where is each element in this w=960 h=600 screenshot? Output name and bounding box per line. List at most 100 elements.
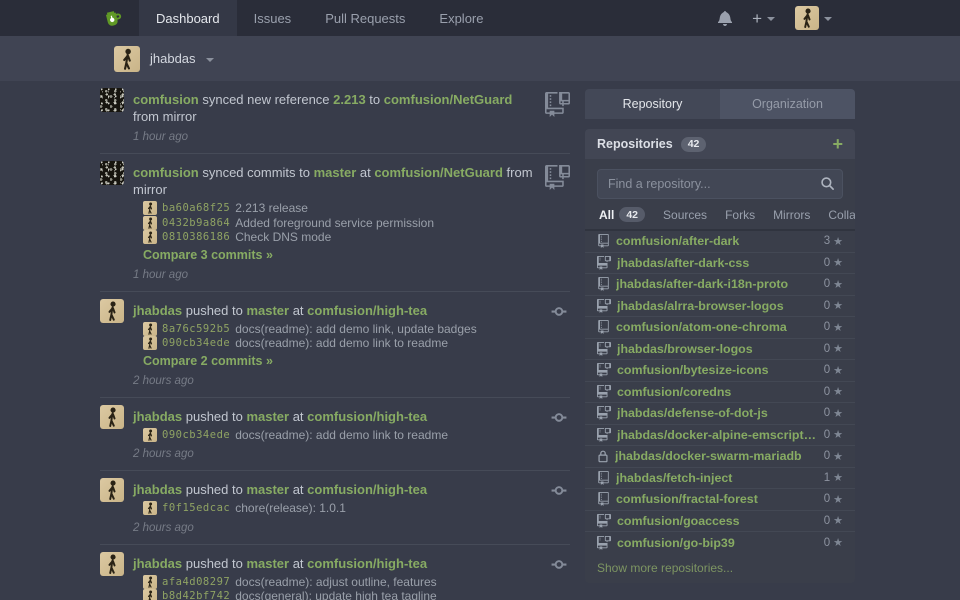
feed-link[interactable]: 2.213 [333, 92, 366, 107]
commit-sha-link[interactable]: 8a76c592b5 [162, 322, 230, 337]
repo-link[interactable]: jhabdas/browser-logos [617, 342, 818, 356]
repo-link[interactable]: jhabdas/defense-of-dot-js [617, 406, 818, 420]
feed-text: from mirror [133, 109, 197, 124]
jhabdas-avatar[interactable] [100, 478, 124, 502]
feed-link[interactable]: comfusion/high-tea [307, 409, 427, 424]
commit-author-avatar[interactable] [143, 589, 157, 600]
repo-link[interactable]: jhabdas/docker-swarm-mariadb [615, 449, 818, 463]
repo-link[interactable]: jhabdas/after-dark-i18n-proto [616, 277, 818, 291]
comfusion-avatar[interactable] [100, 88, 124, 112]
commit-author-avatar[interactable] [143, 216, 157, 230]
feed-link[interactable]: jhabdas [133, 409, 182, 424]
feed-link[interactable]: jhabdas [133, 556, 182, 571]
feed-link[interactable]: master [246, 303, 289, 318]
feed-text: pushed to [182, 303, 246, 318]
repo-icon [597, 471, 610, 485]
commit-author-avatar[interactable] [143, 230, 157, 244]
commit-author-avatar[interactable] [143, 201, 157, 215]
repo-link[interactable]: comfusion/goaccess [617, 514, 818, 528]
tab-organization[interactable]: Organization [720, 89, 855, 119]
jhabdas-avatar[interactable] [100, 405, 124, 429]
compare-commits-link[interactable]: Compare 3 commits » [143, 247, 273, 263]
repo-link[interactable]: comfusion/go-bip39 [617, 536, 818, 550]
repo-search-section [585, 159, 855, 207]
feed-link[interactable]: master [314, 165, 357, 180]
repo-row: jhabdas/browser-logos0★ [585, 339, 855, 361]
feed-link[interactable]: comfusion/high-tea [307, 482, 427, 497]
context-switcher-bar: jhabdas [0, 36, 960, 81]
context-user-avatar[interactable] [114, 46, 140, 72]
comfusion-avatar[interactable] [100, 161, 124, 185]
feed-item: jhabdas pushed to master at comfusion/hi… [100, 292, 570, 398]
navbar-menu: DashboardIssuesPull RequestsExplore [139, 0, 500, 36]
commit-sha-link[interactable]: afa4d08297 [162, 575, 230, 590]
filter-forks[interactable]: Forks [725, 208, 755, 222]
notifications-bell-icon[interactable] [718, 10, 732, 26]
commit-author-avatar[interactable] [143, 501, 157, 515]
filter-sources[interactable]: Sources [663, 208, 707, 222]
repo-link[interactable]: comfusion/fractal-forest [616, 492, 818, 506]
nav-item-explore[interactable]: Explore [422, 0, 500, 36]
repo-link[interactable]: comfusion/coredns [617, 385, 818, 399]
repo-link[interactable]: jhabdas/after-dark-css [617, 256, 818, 270]
commit-sha-link[interactable]: ba60a68f25 [162, 201, 230, 216]
commit-list: 8a76c592b5docs(readme): add demo link, u… [143, 322, 539, 351]
filter-all[interactable]: All42 [599, 207, 645, 222]
feed-text: at [289, 409, 307, 424]
feed-link[interactable]: comfusion/NetGuard [374, 165, 503, 180]
nav-item-pull-requests[interactable]: Pull Requests [308, 0, 422, 36]
feed-link[interactable]: comfusion/high-tea [307, 303, 427, 318]
feed-link[interactable]: jhabdas [133, 482, 182, 497]
repo-row: comfusion/after-dark3★ [585, 231, 855, 253]
fork-icon [597, 363, 611, 377]
add-repository-button[interactable]: + [832, 135, 843, 153]
create-new-dropdown[interactable]: + [752, 10, 775, 27]
feed-link[interactable]: comfusion/high-tea [307, 556, 427, 571]
filter-mirrors[interactable]: Mirrors [773, 208, 810, 222]
filter-collaborative[interactable]: Collaborative [828, 208, 855, 222]
context-username[interactable]: jhabdas [150, 51, 196, 66]
user-menu-dropdown[interactable] [795, 6, 832, 30]
commit-sha-link[interactable]: 0810386186 [162, 230, 230, 245]
feed-link[interactable]: master [246, 409, 289, 424]
star-icon: ★ [833, 514, 843, 527]
feed-link[interactable]: comfusion [133, 92, 199, 107]
jhabdas-avatar[interactable] [100, 299, 124, 323]
repo-star-count: 0★ [824, 514, 843, 527]
commit-author-avatar[interactable] [143, 575, 157, 589]
repo-link[interactable]: jhabdas/fetch-inject [616, 471, 818, 485]
repo-link[interactable]: jhabdas/docker-alpine-emscripten [617, 428, 818, 442]
chevron-down-icon[interactable] [206, 58, 214, 62]
repo-link[interactable]: jhabdas/alrra-browser-logos [617, 299, 818, 313]
commit-author-avatar[interactable] [143, 336, 157, 350]
feed-link[interactable]: comfusion [133, 165, 199, 180]
nav-item-issues[interactable]: Issues [237, 0, 309, 36]
commit-sha-link[interactable]: 0432b9a864 [162, 216, 230, 231]
show-more-repositories-link[interactable]: Show more repositories... [585, 554, 855, 577]
feed-link[interactable]: master [246, 556, 289, 571]
gitea-logo[interactable] [100, 0, 139, 36]
repo-link[interactable]: comfusion/bytesize-icons [617, 363, 818, 377]
repo-search-input[interactable] [597, 169, 843, 199]
repo-link[interactable]: comfusion/after-dark [616, 234, 818, 248]
commit-sha-link[interactable]: 090cb34ede [162, 428, 230, 443]
feed-text: synced commits to [199, 165, 314, 180]
commit-line: 8a76c592b5docs(readme): add demo link, u… [143, 322, 539, 337]
compare-commits-link[interactable]: Compare 2 commits » [143, 353, 273, 369]
feed-link[interactable]: jhabdas [133, 303, 182, 318]
tab-repository[interactable]: Repository [585, 89, 720, 119]
feed-link[interactable]: master [246, 482, 289, 497]
commit-sha-link[interactable]: f0f15edcac [162, 501, 230, 516]
nav-item-dashboard[interactable]: Dashboard [139, 0, 237, 36]
commit-author-avatar[interactable] [143, 428, 157, 442]
commit-icon [548, 303, 570, 320]
feed-link[interactable]: comfusion/NetGuard [384, 92, 513, 107]
user-avatar [795, 6, 819, 30]
repo-row: comfusion/go-bip390★ [585, 532, 855, 554]
dashboard-content: comfusion synced new reference 2.213 to … [100, 81, 855, 600]
commit-sha-link[interactable]: b8d42bf742 [162, 589, 230, 600]
commit-author-avatar[interactable] [143, 322, 157, 336]
repo-link[interactable]: comfusion/atom-one-chroma [616, 320, 818, 334]
jhabdas-avatar[interactable] [100, 552, 124, 576]
commit-sha-link[interactable]: 090cb34ede [162, 336, 230, 351]
